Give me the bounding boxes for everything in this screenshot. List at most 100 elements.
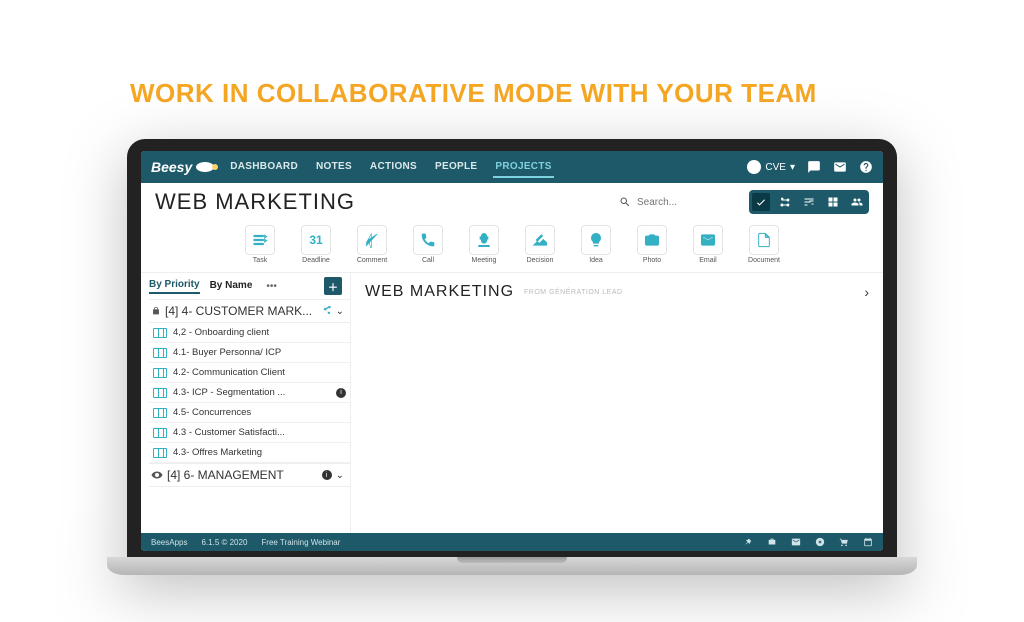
list-item[interactable]: 4.1- Buyer Personna/ ICP: [149, 343, 350, 363]
hero-title: WORK IN COLLABORATIVE MODE WITH YOUR TEA…: [0, 0, 1024, 139]
nav-right: CVE ▾: [747, 160, 873, 174]
chat-icon[interactable]: [807, 160, 821, 174]
group-management[interactable]: [4] 6- MANAGEMENT i ⌄: [149, 463, 350, 487]
page-title: WEB MARKETING: [155, 189, 355, 215]
list-item[interactable]: 4.5- Concurrences: [149, 403, 350, 423]
view-check-button[interactable]: [752, 193, 770, 211]
view-grid-button[interactable]: [824, 193, 842, 211]
view-toolbar: [749, 190, 869, 214]
list-item[interactable]: 4.3 - Customer Satisfacti...: [149, 423, 350, 443]
nav-actions[interactable]: ACTIONS: [368, 157, 419, 178]
sidebar-tabs: By Priority By Name ••• ＋: [149, 277, 350, 299]
action-task[interactable]: [245, 225, 275, 255]
list-item[interactable]: 4.3- Offres Marketing: [149, 443, 350, 463]
kanban-icon: [153, 328, 167, 338]
main-panel: WEB MARKETING FROM GÉNÉRATION LEAD ›: [351, 273, 883, 533]
view-branch-button[interactable]: [776, 193, 794, 211]
action-photo-label: Photo: [643, 257, 661, 264]
action-photo[interactable]: [637, 225, 667, 255]
action-email-label: Email: [699, 257, 717, 264]
kanban-icon: [153, 428, 167, 438]
pin-icon[interactable]: [743, 537, 753, 547]
action-call-label: Call: [422, 257, 434, 264]
eye-icon: [151, 469, 163, 481]
item-label: 4.3- Offres Marketing: [173, 447, 262, 458]
section-header: WEB MARKETING FROM GÉNÉRATION LEAD ›: [365, 283, 869, 301]
calendar-icon[interactable]: [863, 537, 873, 547]
kanban-icon: [153, 368, 167, 378]
user-menu[interactable]: CVE ▾: [747, 160, 795, 174]
action-email[interactable]: [693, 225, 723, 255]
info-icon[interactable]: i: [336, 388, 346, 398]
action-idea[interactable]: [581, 225, 611, 255]
action-idea-label: Idea: [589, 257, 603, 264]
kanban-icon: [153, 448, 167, 458]
nav-links: DASHBOARD NOTES ACTIONS PEOPLE PROJECTS: [228, 157, 553, 178]
nav-dashboard[interactable]: DASHBOARD: [228, 157, 300, 178]
item-label: 4.2- Communication Client: [173, 367, 285, 378]
cart-icon[interactable]: [839, 537, 849, 547]
chevron-right-icon[interactable]: ›: [864, 284, 869, 300]
list-item[interactable]: 4,2 - Onboarding client: [149, 323, 350, 343]
kanban-icon: [153, 388, 167, 398]
item-label: 4.5- Concurrences: [173, 407, 251, 418]
briefcase-icon[interactable]: [767, 537, 777, 547]
top-nav: Beesy DASHBOARD NOTES ACTIONS PEOPLE PRO…: [141, 151, 883, 183]
action-meeting-label: Meeting: [472, 257, 497, 264]
laptop-base: [107, 557, 917, 575]
nav-projects[interactable]: PROJECTS: [493, 157, 553, 178]
group-customer-mark[interactable]: [4] 4- CUSTOMER MARK... ⌄: [149, 299, 350, 323]
action-decision-label: Decision: [527, 257, 554, 264]
action-meeting[interactable]: [469, 225, 499, 255]
tab-priority[interactable]: By Priority: [149, 279, 200, 294]
laptop-frame: Beesy DASHBOARD NOTES ACTIONS PEOPLE PRO…: [127, 139, 897, 575]
app-screen: Beesy DASHBOARD NOTES ACTIONS PEOPLE PRO…: [141, 151, 883, 551]
search-input[interactable]: [637, 197, 737, 208]
action-task-label: Task: [253, 257, 267, 264]
user-label: CVE: [765, 162, 786, 173]
nav-notes[interactable]: NOTES: [314, 157, 354, 178]
brand-logo[interactable]: Beesy: [151, 159, 214, 175]
mail-footer-icon[interactable]: [791, 537, 801, 547]
share-icon[interactable]: [322, 304, 332, 318]
lock-icon: [151, 306, 161, 316]
kanban-icon: [153, 348, 167, 358]
footer-version: 6.1.5 © 2020: [201, 538, 247, 547]
info-icon[interactable]: i: [322, 470, 332, 480]
item-label: 4.1- Buyer Personna/ ICP: [173, 347, 281, 358]
help-icon[interactable]: [859, 160, 873, 174]
close-circle-icon[interactable]: [815, 537, 825, 547]
caret-down-icon: ▾: [790, 162, 795, 173]
app-body: By Priority By Name ••• ＋ [4] 4- CUSTOME…: [141, 272, 883, 533]
quick-actions: Task 31Deadline Comment Call Meeting Dec…: [141, 221, 883, 272]
footer-webinar-link[interactable]: Free Training Webinar: [261, 538, 340, 547]
view-people-button[interactable]: [848, 193, 866, 211]
group-title: [4] 4- CUSTOMER MARK...: [165, 304, 318, 318]
bee-icon: [196, 162, 214, 172]
footer-brand: BeesApps: [151, 538, 187, 547]
action-deadline-label: Deadline: [302, 257, 330, 264]
action-decision[interactable]: [525, 225, 555, 255]
item-label: 4.3- ICP - Segmentation ...: [173, 387, 285, 398]
item-label: 4,2 - Onboarding client: [173, 327, 269, 338]
brand-text: Beesy: [151, 159, 192, 175]
mail-icon[interactable]: [833, 160, 847, 174]
action-comment[interactable]: [357, 225, 387, 255]
nav-people[interactable]: PEOPLE: [433, 157, 479, 178]
search-box[interactable]: [619, 196, 737, 208]
footer-bar: BeesApps 6.1.5 © 2020 Free Training Webi…: [141, 533, 883, 551]
action-document[interactable]: [749, 225, 779, 255]
add-button[interactable]: ＋: [324, 277, 342, 295]
list-item[interactable]: 4.2- Communication Client: [149, 363, 350, 383]
action-call[interactable]: [413, 225, 443, 255]
sidebar: By Priority By Name ••• ＋ [4] 4- CUSTOME…: [141, 273, 351, 533]
section-title: WEB MARKETING: [365, 283, 514, 301]
section-sub: FROM GÉNÉRATION LEAD: [524, 289, 623, 296]
tab-name[interactable]: By Name: [210, 280, 253, 293]
list-item[interactable]: 4.3- ICP - Segmentation ... i: [149, 383, 350, 403]
action-deadline[interactable]: 31: [301, 225, 331, 255]
view-sliders-button[interactable]: [800, 193, 818, 211]
item-label: 4.3 - Customer Satisfacti...: [173, 427, 285, 438]
kanban-icon: [153, 408, 167, 418]
tabs-more[interactable]: •••: [262, 281, 281, 292]
